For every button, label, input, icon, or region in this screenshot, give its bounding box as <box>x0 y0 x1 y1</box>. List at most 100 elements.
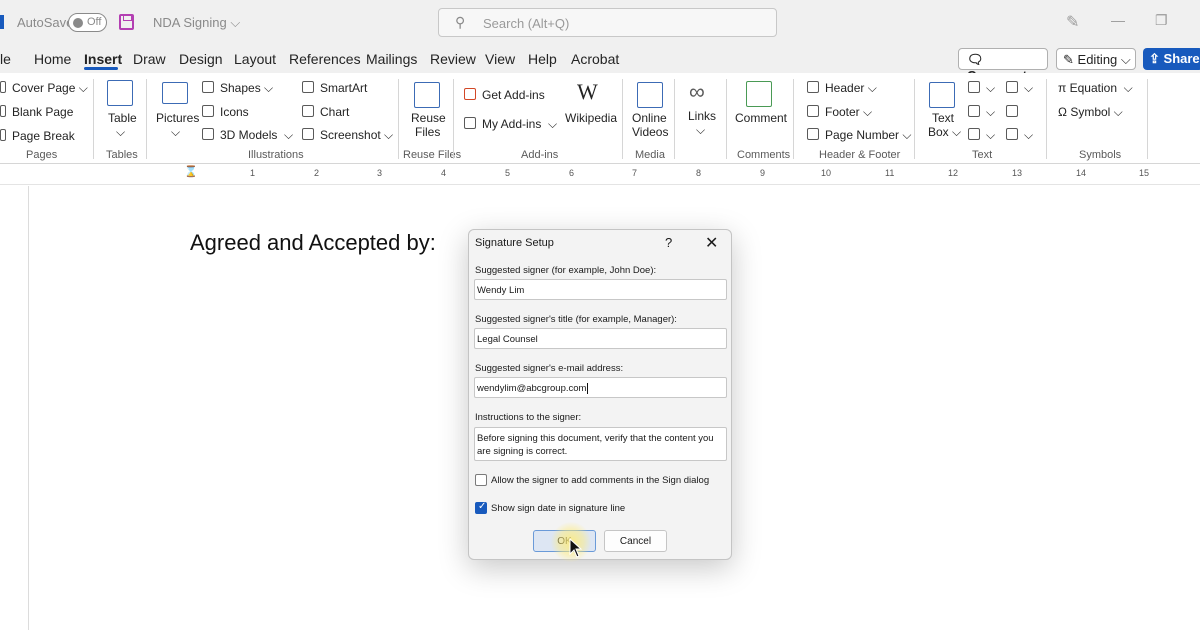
autosave-toggle[interactable]: Off <box>68 13 107 32</box>
tab-layout[interactable]: Layout <box>234 51 276 67</box>
page-edge <box>28 186 29 630</box>
signature-line-button[interactable]: ⌵ <box>1006 81 1033 96</box>
footer-button[interactable]: Footer ⌵ <box>807 105 872 120</box>
3d-models-button[interactable]: 3D Models ⌵ <box>202 128 293 143</box>
camera-icon <box>302 128 314 140</box>
page-break-button[interactable]: Page Break <box>0 129 75 143</box>
cover-page-icon <box>0 81 6 93</box>
wordart-icon <box>968 105 980 117</box>
page-number-button[interactable]: Page Number ⌵ <box>807 128 911 143</box>
comments-button[interactable]: 🗨 Comments <box>958 48 1048 83</box>
table-button[interactable]: Table <box>108 111 137 125</box>
cancel-button[interactable]: Cancel <box>604 530 667 552</box>
icons-button[interactable]: Icons <box>202 105 249 119</box>
blank-page-button[interactable]: Blank Page <box>0 105 73 119</box>
tab-references[interactable]: References <box>289 51 361 67</box>
ruler-number: 3 <box>377 168 383 178</box>
share-button[interactable]: ⇪ Share <box>1143 48 1200 70</box>
editing-mode-button[interactable]: ✎ Editing ⌵ <box>1056 48 1136 70</box>
horizontal-ruler[interactable]: 1 2 3 4 5 6 7 8 9 10 11 12 13 14 15 ⌛ <box>0 165 1200 185</box>
object-button[interactable]: ⌵ <box>1006 128 1033 143</box>
ribbon-separator <box>146 79 147 159</box>
document-name[interactable]: NDA Signing ⌵ <box>153 15 240 31</box>
tab-acrobat[interactable]: Acrobat <box>571 51 619 67</box>
get-addins-button[interactable]: Get Add-ins <box>464 88 545 102</box>
designer-icon[interactable]: ✎ <box>1066 12 1079 32</box>
footer-icon <box>807 105 819 117</box>
instructions-field[interactable]: Before signing this document, verify tha… <box>474 427 727 461</box>
active-tab-indicator <box>84 67 118 70</box>
wordart-button[interactable]: ⌵ <box>968 105 995 120</box>
smartart-button[interactable]: SmartArt <box>302 81 367 95</box>
reuse-files-icon <box>414 82 440 108</box>
header-button[interactable]: Header ⌵ <box>807 81 877 96</box>
date-time-button[interactable] <box>1006 105 1024 119</box>
wikipedia-icon: W <box>577 79 598 104</box>
new-comment-icon <box>746 81 772 107</box>
shapes-button[interactable]: Shapes ⌵ <box>202 81 273 96</box>
my-addins-icon <box>464 117 476 129</box>
chevron-down-icon: ⌵ <box>116 125 126 139</box>
signer-title-field[interactable]: Legal Counsel <box>474 328 727 349</box>
page-break-icon <box>0 129 6 141</box>
ruler-number: 12 <box>948 168 959 178</box>
pictures-button[interactable]: Pictures <box>156 111 199 125</box>
table-icon <box>107 80 133 106</box>
quick-parts-button[interactable]: ⌵ <box>968 81 995 96</box>
tab-view[interactable]: View <box>485 51 515 67</box>
ribbon-separator <box>622 79 623 159</box>
get-addins-icon <box>464 88 476 100</box>
autosave-state: Off <box>87 16 102 28</box>
ruler-number: 4 <box>441 168 447 178</box>
text-box-button[interactable]: Text <box>932 111 954 125</box>
tab-review[interactable]: Review <box>430 51 476 67</box>
restore-icon[interactable]: ❐ <box>1155 12 1168 29</box>
help-icon[interactable]: ? <box>665 235 672 250</box>
online-videos-button[interactable]: Online <box>632 111 667 125</box>
group-label-pages: Pages <box>26 149 58 161</box>
minimize-icon[interactable]: — <box>1111 12 1125 28</box>
reuse-files-button[interactable]: Reuse <box>411 111 446 125</box>
indent-marker-icon[interactable]: ⌛ <box>184 165 198 178</box>
group-label-header-footer: Header & Footer <box>819 149 901 161</box>
smartart-icon <box>302 81 314 93</box>
symbol-button[interactable]: Ω Symbol ⌵ <box>1058 105 1123 120</box>
group-label-comments: Comments <box>737 149 791 161</box>
tab-file[interactable]: le <box>0 51 11 67</box>
ruler-number: 5 <box>505 168 511 178</box>
save-icon[interactable] <box>119 14 134 30</box>
text-box-label2: Box ⌵ <box>928 125 962 139</box>
links-button[interactable]: Links <box>688 109 716 123</box>
ribbon-separator <box>726 79 727 159</box>
document-body-text[interactable]: Agreed and Accepted by: <box>190 230 436 256</box>
text-caret <box>587 383 589 394</box>
screenshot-button[interactable]: Screenshot ⌵ <box>302 128 393 143</box>
allow-comments-label: Allow the signer to add comments in the … <box>491 475 710 486</box>
equation-button[interactable]: π Equation ⌵ <box>1058 81 1133 96</box>
show-sign-date-checkbox[interactable] <box>475 501 487 514</box>
pi-icon: π <box>1058 81 1067 95</box>
show-sign-date-label: Show sign date in signature line <box>491 503 626 514</box>
allow-comments-checkbox[interactable] <box>475 474 487 486</box>
online-videos-icon <box>637 82 663 108</box>
cover-page-button[interactable]: Cover Page ⌵ <box>0 81 88 96</box>
close-icon[interactable]: ✕ <box>705 233 718 253</box>
ruler-number: 15 <box>1139 168 1150 178</box>
chart-button[interactable]: Chart <box>302 105 349 119</box>
tab-home[interactable]: Home <box>34 51 71 67</box>
chevron-down-icon: ⌵ <box>696 123 706 137</box>
signer-name-field[interactable]: Wendy Lim <box>474 279 727 300</box>
search-box[interactable]: ⚲ Search (Alt+Q) <box>438 8 777 37</box>
signer-name-label: Suggested signer (for example, John Doe)… <box>475 265 657 276</box>
tab-help[interactable]: Help <box>528 51 557 67</box>
tab-insert[interactable]: Insert <box>84 51 122 67</box>
tab-design[interactable]: Design <box>179 51 223 67</box>
my-addins-button[interactable]: My Add-ins ⌵ <box>464 117 557 132</box>
new-comment-button[interactable]: Comment <box>735 111 787 125</box>
ribbon: Cover Page ⌵ Blank Page Page Break Pages… <box>0 73 1200 164</box>
tab-mailings[interactable]: Mailings <box>366 51 417 67</box>
tab-draw[interactable]: Draw <box>133 51 166 67</box>
wikipedia-button[interactable]: Wikipedia <box>565 111 617 125</box>
drop-cap-button[interactable]: ⌵ <box>968 128 995 143</box>
signer-email-field[interactable]: wendylim@abcgroup.com <box>474 377 727 398</box>
